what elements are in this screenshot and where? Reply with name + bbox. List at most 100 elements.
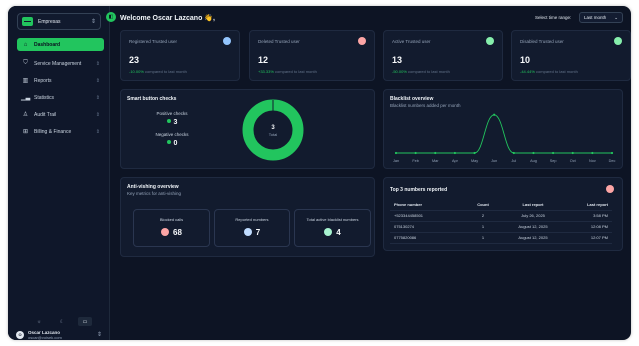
sidebar-item-label: Billing & Finance — [34, 128, 72, 135]
chevron-updown-icon: ⇕ — [95, 94, 100, 101]
top-reported-card: Top 3 numbers reported Phone number Coun… — [383, 177, 623, 251]
org-logo — [22, 17, 33, 26]
data-point — [551, 151, 555, 155]
stat-change: -10.00% compared to last month — [129, 69, 187, 74]
monitor-icon[interactable]: ▭ — [78, 317, 92, 326]
card-title: Top 3 numbers reported — [390, 187, 448, 193]
sidebar-item-label: Statistics — [34, 94, 55, 101]
user-info: Oscar Lazcano oscar@voisek.com — [28, 330, 97, 340]
stat-value: 23 — [129, 55, 140, 65]
x-tick-label: Oct — [570, 159, 577, 163]
col-header: Last report — [498, 200, 568, 211]
metric-value: 68 — [134, 228, 209, 237]
data-point — [493, 113, 496, 116]
sun-icon[interactable]: ☼ — [32, 317, 46, 326]
metric-label: Blocked calls — [159, 217, 184, 222]
theme-switcher: ☼ ☾ ▭ — [32, 316, 92, 327]
card-subtitle: Key metrics for anti-vishing — [127, 191, 182, 196]
home-icon: ⌂ — [23, 41, 28, 48]
x-tick-label: Feb — [412, 159, 419, 163]
metric-card: Total active blacklist numbers 4 — [294, 209, 371, 247]
metric-value: 4 — [295, 228, 370, 237]
negative-checks-label: Negative checks — [155, 132, 189, 137]
table-cell: 12:07 PM — [568, 232, 612, 244]
data-point — [394, 151, 398, 155]
col-header: Phone number — [390, 200, 468, 211]
table-cell: July 26, 2025 — [498, 210, 568, 222]
building-icon: ▥ — [22, 78, 29, 84]
shield-icon: ⛉ — [23, 60, 28, 66]
negative-dot — [166, 140, 171, 144]
x-tick-label: Dec — [609, 159, 616, 163]
positive-dot — [166, 119, 171, 123]
user-menu[interactable]: O Oscar Lazcano oscar@voisek.com ⇕ — [8, 329, 110, 340]
table-row[interactable]: 075130274 1 August 12, 2025 12:08 PM — [390, 221, 612, 233]
sidebar-item-audit-trail[interactable]: ♙ Audit Trail ⇕ — [17, 108, 104, 121]
table-cell: +523344458501 — [390, 210, 468, 222]
stat-card: Disabled Trusted user 10 -44.44% compared … — [511, 30, 631, 81]
sidebar-item-statistics[interactable]: ▁▃ Statistics ⇕ — [17, 91, 104, 104]
metric-card: Reported numbers 7 — [214, 209, 290, 247]
sidebar-item-label: Service Management — [34, 60, 82, 67]
sidebar-item-reports[interactable]: ▥ Reports ⇕ — [17, 74, 104, 87]
positive-checks-value: 3 — [142, 119, 202, 126]
x-tick-label: Nov — [589, 159, 596, 163]
table-cell: 075130274 — [390, 221, 468, 233]
stat-icon — [614, 37, 622, 45]
chevron-updown-icon: ⇕ — [95, 60, 100, 67]
grid-icon: ⊞ — [22, 129, 29, 135]
list-icon — [324, 228, 333, 236]
chevron-down-icon: ⌄ — [614, 14, 618, 20]
x-tick-label: Aug — [530, 159, 537, 163]
moon-icon[interactable]: ☾ — [55, 317, 69, 326]
x-tick-label: Jul — [511, 159, 516, 163]
sidebar-toggle-icon[interactable]: ◧ — [106, 12, 116, 22]
x-tick-label: Sep — [550, 159, 557, 163]
table-cell: 0775820086 — [390, 232, 468, 244]
user-icon: ♙ — [22, 112, 29, 118]
chevron-updown-icon: ⇕ — [95, 77, 100, 84]
data-point — [512, 151, 515, 155]
org-selector[interactable]: Empresas ⇕ — [17, 13, 101, 30]
table-cell: 12:08 PM — [568, 221, 612, 233]
sidebar: Empresas ⇕ ⌂ Dashboard ⛉ Service Management… — [8, 6, 110, 340]
data-point — [591, 151, 594, 155]
org-name: Empresas — [38, 18, 61, 25]
metric-label: Total active blacklist numbers — [306, 217, 359, 222]
stat-title: Registered Trusted user — [129, 39, 178, 44]
blacklist-card: Blacklist overview Blacklist numbers add… — [383, 89, 623, 169]
data-point — [571, 151, 574, 155]
avatar: O — [16, 330, 24, 339]
donut-chart: 3 Total — [242, 99, 304, 161]
data-point — [414, 151, 417, 155]
stat-change: -44.44% compared to last month — [520, 69, 578, 74]
app-window: Empresas ⇕ ⌂ Dashboard ⛉ Service Management… — [8, 6, 631, 340]
chevron-updown-icon: ⇕ — [90, 19, 96, 25]
sidebar-nav: ⌂ Dashboard ⛉ Service Management ⇕ ▥ Reports ⇕ ▁… — [17, 38, 104, 142]
table-cell: 1 — [468, 221, 498, 233]
time-range-select[interactable]: Last month ⌄ — [579, 12, 623, 23]
x-tick-label: Jun — [491, 159, 497, 163]
donut-total: 3 — [271, 125, 275, 131]
stat-value: 10 — [520, 55, 531, 65]
col-header: Count — [468, 200, 498, 211]
chevron-updown-icon: ⇕ — [96, 332, 102, 338]
data-point — [434, 151, 437, 155]
card-title: Blacklist overview — [390, 96, 434, 102]
sidebar-item-service-management[interactable]: ⛉ Service Management ⇕ — [17, 57, 104, 70]
x-tick-label: May — [471, 159, 478, 163]
sidebar-item-label: Reports — [34, 77, 52, 84]
metric-value: 7 — [215, 228, 289, 237]
table-row[interactable]: +523344458501 2 July 26, 2025 3:58 PM — [390, 210, 612, 222]
data-point — [453, 151, 457, 155]
page-title: Welcome Oscar Lazcano 👋, — [120, 15, 215, 22]
time-range-label: Select time range: — [535, 15, 572, 20]
x-tick-label: Jan — [393, 159, 399, 163]
stat-icon — [223, 37, 231, 45]
sidebar-item-billing-finance[interactable]: ⊞ Billing & Finance ⇕ — [17, 125, 104, 138]
x-tick-label: Apr — [452, 159, 459, 163]
block-icon — [161, 228, 170, 236]
sidebar-item-dashboard[interactable]: ⌂ Dashboard — [17, 38, 104, 51]
chevron-updown-icon: ⇕ — [95, 111, 100, 118]
table-row[interactable]: 0775820086 1 August 12, 2025 12:07 PM — [390, 232, 612, 244]
